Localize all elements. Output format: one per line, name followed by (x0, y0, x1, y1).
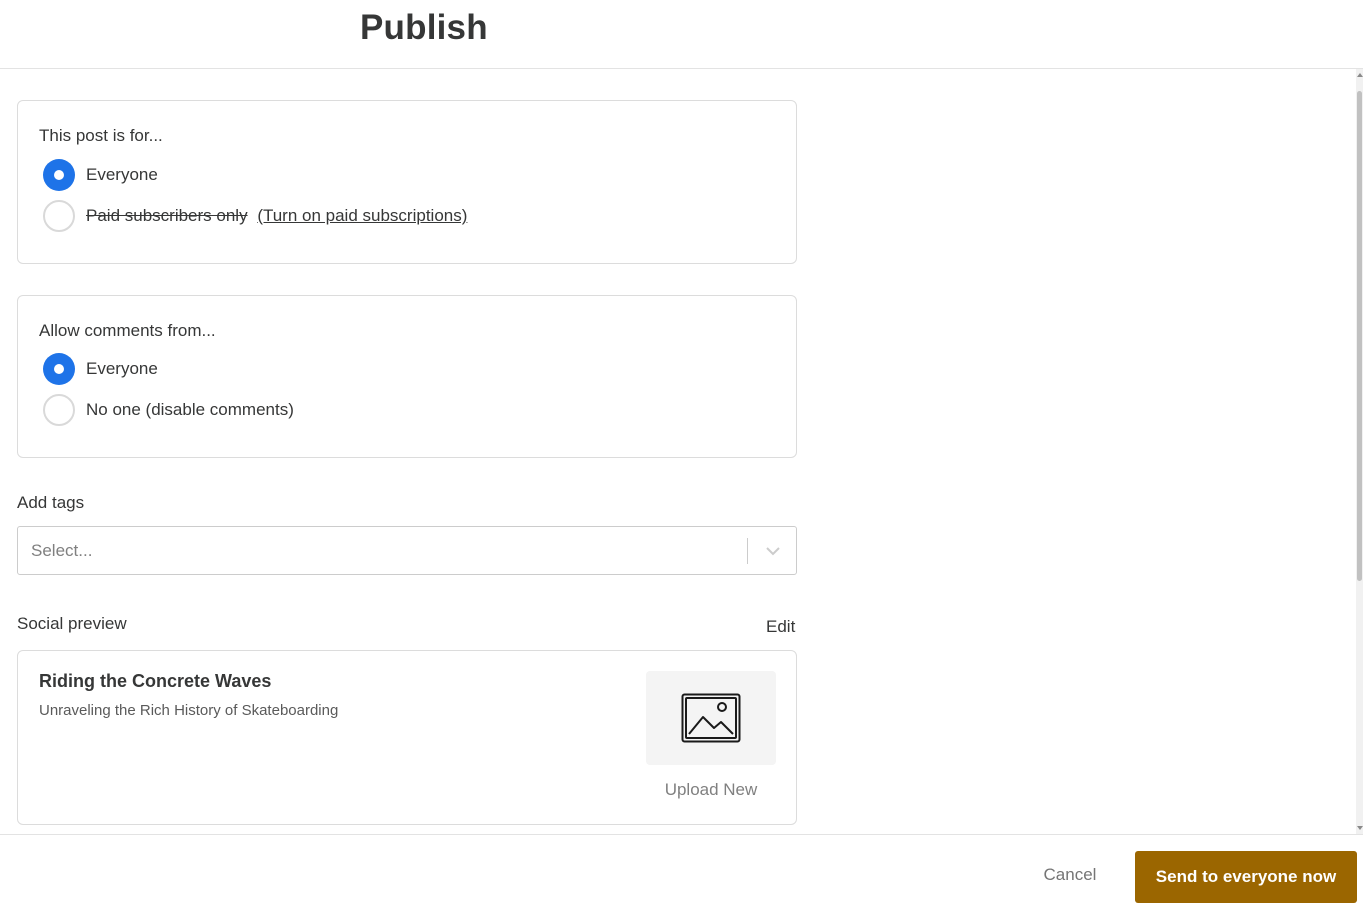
comments-option-label: No one (disable comments) (86, 400, 294, 419)
vertical-scrollbar[interactable] (1356, 69, 1363, 834)
scrollbar-thumb[interactable] (1357, 91, 1362, 581)
preview-post-title: Riding the Concrete Waves (39, 671, 272, 691)
audience-option-label: Paid subscribers only (86, 206, 248, 225)
radio-button[interactable] (43, 200, 75, 232)
turn-on-paid-subscriptions-link[interactable]: (Turn on paid subscriptions) (257, 206, 467, 225)
audience-option-label: Everyone (86, 165, 158, 184)
radio-button[interactable] (43, 394, 75, 426)
comments-option-no-one[interactable]: No one (disable comments) (43, 394, 294, 426)
upload-new-image-button[interactable]: Upload New (646, 780, 776, 800)
preview-image-placeholder[interactable] (646, 671, 776, 765)
comments-title: Allow comments from... (39, 321, 216, 340)
publish-footer: Cancel Send to everyone now (0, 834, 1363, 913)
social-preview-card: Riding the Concrete Waves Unraveling the… (17, 650, 797, 825)
image-icon (681, 693, 741, 743)
add-tags-label: Add tags (17, 493, 85, 512)
chevron-down-icon[interactable] (764, 541, 782, 561)
comments-card: Allow comments from... Everyone No one (… (17, 295, 797, 458)
edit-social-preview-button[interactable]: Edit (766, 617, 795, 637)
scroll-up-icon[interactable] (1357, 73, 1363, 77)
audience-title: This post is for... (39, 126, 163, 145)
cancel-button[interactable]: Cancel (1030, 865, 1110, 885)
tags-select-placeholder: Select... (31, 541, 93, 560)
publish-header: Publish (0, 0, 1363, 69)
scroll-down-icon[interactable] (1357, 826, 1363, 830)
send-to-everyone-button[interactable]: Send to everyone now (1135, 851, 1357, 903)
audience-option-everyone[interactable]: Everyone (43, 159, 158, 191)
audience-option-paid[interactable]: Paid subscribers only (Turn on paid subs… (43, 200, 467, 232)
preview-post-subtitle: Unraveling the Rich History of Skateboar… (39, 702, 339, 719)
radio-button-checked[interactable] (43, 353, 75, 385)
comments-option-label: Everyone (86, 359, 158, 378)
social-preview-label: Social preview (17, 614, 127, 633)
page-title: Publish (360, 8, 488, 47)
audience-card: This post is for... Everyone Paid subscr… (17, 100, 797, 264)
select-separator (747, 538, 748, 564)
tags-select[interactable]: Select... (17, 526, 797, 575)
comments-option-everyone[interactable]: Everyone (43, 353, 158, 385)
radio-button-checked[interactable] (43, 159, 75, 191)
publish-settings-panel: This post is for... Everyone Paid subscr… (0, 69, 1356, 834)
